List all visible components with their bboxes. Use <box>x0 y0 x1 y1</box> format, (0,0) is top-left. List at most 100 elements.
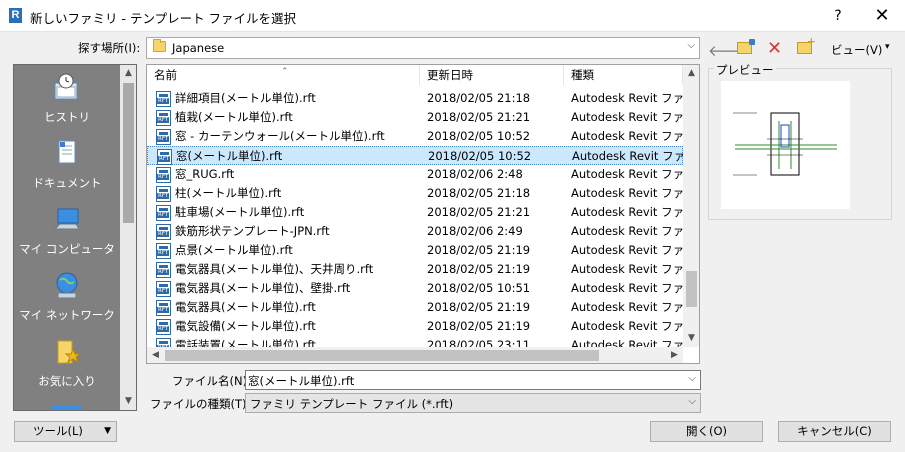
look-in-label: 探す場所(I): <box>78 41 141 55</box>
file-date: 2018/02/05 21:18 <box>427 91 531 105</box>
file-type-value: ファミリ テンプレート ファイル (*.rft) <box>250 397 454 411</box>
column-header-name[interactable]: 名前 ⌃ <box>147 65 420 85</box>
file-row[interactable]: 窓 - カーテンウォール(メートル単位).rft 2018/02/05 10:5… <box>147 127 695 146</box>
scroll-thumb[interactable] <box>686 271 697 307</box>
column-header-label: 名前 <box>154 68 177 82</box>
file-name: 点景(メートル単位).rft <box>175 243 293 257</box>
file-type: Autodesk Revit ファ... <box>571 243 696 257</box>
file-row[interactable]: 電気器具(メートル単位)、壁掛.rft 2018/02/05 10:51 Aut… <box>147 279 695 298</box>
folder-icon <box>153 39 166 52</box>
delete-icon[interactable]: ✕ <box>767 38 782 59</box>
scroll-thumb[interactable] <box>123 83 134 223</box>
scroll-right-icon[interactable]: ▶ <box>666 347 683 363</box>
places-bar: ヒストリ ドキュメント マイ コンピュータ マイ ネットワーク お気に入り ▲ … <box>13 64 137 411</box>
dropdown-arrow-icon: ▼ <box>104 426 111 436</box>
file-name: 窓_RUG.rft <box>175 167 235 181</box>
file-type: Autodesk Revit ファ... <box>571 110 696 124</box>
rft-file-icon <box>157 149 172 165</box>
open-button[interactable]: 開く(O) <box>650 421 763 442</box>
file-row[interactable]: 電気器具(メートル単位).rft 2018/02/05 21:19 Autode… <box>147 298 695 317</box>
place-documents[interactable]: ドキュメント <box>14 139 120 197</box>
file-type: Autodesk Revit ファ... <box>571 281 696 295</box>
file-row[interactable]: 電話装置(メートル単位).rft 2018/02/05 23:11 Autode… <box>147 336 683 347</box>
title-bar: R 新しいファミリ - テンプレート ファイルを選択 ? ✕ <box>0 0 905 32</box>
file-type: Autodesk Revit ファ... <box>571 319 696 333</box>
scroll-up-icon[interactable]: ▲ <box>120 65 136 82</box>
file-name-label: ファイル名(N): <box>172 374 251 388</box>
file-type-dropdown[interactable]: ファミリ テンプレート ファイル (*.rft) ⌵ <box>245 393 701 413</box>
file-list-horizontal-scrollbar[interactable]: ◀ ▶ <box>147 347 683 363</box>
file-date: 2018/02/06 2:49 <box>427 224 523 238</box>
tools-button[interactable]: ツール(L) ▼ <box>14 421 117 442</box>
place-label: マイ ネットワーク <box>19 308 115 322</box>
file-row[interactable]: 詳細項目(メートル単位).rft 2018/02/05 21:18 Autode… <box>147 89 695 108</box>
file-name-combobox[interactable]: 窓(メートル単位).rft ⌵ <box>245 370 701 390</box>
file-name: 鉄筋形状テンプレート-JPN.rft <box>175 224 330 238</box>
scroll-up-icon[interactable]: ▲ <box>683 65 699 82</box>
file-type: Autodesk Revit ファ... <box>571 300 696 314</box>
file-date: 2018/02/05 21:19 <box>427 262 531 276</box>
folder-up-icon[interactable] <box>737 39 755 54</box>
place-label: お気に入り <box>38 374 96 388</box>
file-row[interactable]: 駐車場(メートル単位).rft 2018/02/05 21:21 Autodes… <box>147 203 695 222</box>
file-row[interactable]: 電気器具(メートル単位)、天井周り.rft 2018/02/05 21:19 A… <box>147 260 695 279</box>
places-scrollbar[interactable]: ▲ ▼ <box>120 65 136 410</box>
file-date: 2018/02/05 21:21 <box>427 110 531 124</box>
file-row[interactable]: 鉄筋形状テンプレート-JPN.rft 2018/02/06 2:49 Autod… <box>147 222 695 241</box>
file-type-label: ファイルの種類(T): <box>150 397 251 411</box>
network-icon <box>56 272 78 299</box>
preview-image <box>721 81 850 209</box>
file-date: 2018/02/05 10:51 <box>427 281 531 295</box>
scroll-down-icon[interactable]: ▼ <box>120 393 136 410</box>
help-button[interactable]: ? <box>828 6 848 26</box>
file-name: 柱(メートル単位).rft <box>175 186 282 200</box>
file-date: 2018/02/05 10:52 <box>427 129 531 143</box>
scroll-thumb[interactable] <box>165 350 599 361</box>
file-list[interactable]: 名前 ⌃ 更新日時 種類 詳細項目(メートル単位).rft 2018/02/05… <box>146 64 700 364</box>
new-folder-icon[interactable] <box>797 35 816 54</box>
views-dropdown-icon[interactable]: ▾ <box>885 42 890 52</box>
file-type: Autodesk Revit ファ... <box>571 338 683 347</box>
look-in-dropdown[interactable]: Japanese ⌵ <box>146 37 700 59</box>
file-row[interactable]: 窓_RUG.rft 2018/02/06 2:48 Autodesk Revit… <box>147 165 695 184</box>
cancel-button[interactable]: キャンセル(C) <box>778 421 891 442</box>
file-row[interactable]: 柱(メートル単位).rft 2018/02/05 21:18 Autodesk … <box>147 184 695 203</box>
file-type: Autodesk Revit ファ... <box>571 91 696 105</box>
file-name: 詳細項目(メートル単位).rft <box>175 91 316 105</box>
scroll-down-icon[interactable]: ▼ <box>683 330 699 347</box>
column-header-type[interactable]: 種類 <box>564 65 683 85</box>
chevron-down-icon[interactable]: ⌵ <box>688 373 696 384</box>
place-label: マイ コンピュータ <box>19 242 115 256</box>
place-label: ヒストリ <box>44 110 90 124</box>
place-favorites[interactable]: お気に入り <box>14 337 120 395</box>
rft-file-icon <box>156 281 171 297</box>
file-type: Autodesk Revit ファ... <box>571 262 696 276</box>
place-my-network[interactable]: マイ ネットワーク <box>14 271 120 329</box>
preview-label: プレビュー <box>714 62 776 78</box>
scroll-left-icon[interactable]: ◀ <box>147 347 164 363</box>
favorites-icon <box>57 340 82 364</box>
file-name: 電気器具(メートル単位).rft <box>175 300 316 314</box>
window-title: 新しいファミリ - テンプレート ファイルを選択 <box>30 11 297 26</box>
file-row-selected[interactable]: 窓(メートル単位).rft 2018/02/05 10:52 Autodesk … <box>147 146 696 165</box>
rft-file-icon <box>156 300 171 316</box>
chevron-down-icon: ⌵ <box>688 396 696 407</box>
file-date: 2018/02/05 21:18 <box>427 186 531 200</box>
close-button[interactable]: ✕ <box>864 2 900 30</box>
sort-ascending-icon: ⌃ <box>281 67 289 77</box>
file-row[interactable]: 点景(メートル単位).rft 2018/02/05 21:19 Autodesk… <box>147 241 695 260</box>
file-list-vertical-scrollbar[interactable]: ▲ ▼ <box>683 65 699 347</box>
rft-file-icon <box>156 243 171 259</box>
file-type: Autodesk Revit ファ... <box>571 167 696 181</box>
file-name-value: 窓(メートル単位).rft <box>248 374 355 388</box>
history-icon <box>54 73 78 100</box>
file-row[interactable]: 植栽(メートル単位).rft 2018/02/05 21:21 Autodesk… <box>147 108 695 127</box>
file-name: 電気設備(メートル単位).rft <box>175 319 316 333</box>
rft-file-icon <box>156 167 171 183</box>
place-my-computer[interactable]: マイ コンピュータ <box>14 205 120 263</box>
file-row[interactable]: 電気設備(メートル単位).rft 2018/02/05 21:19 Autode… <box>147 317 695 336</box>
views-menu-button[interactable]: ビュー(V) <box>831 42 882 58</box>
place-history[interactable]: ヒストリ <box>14 73 120 131</box>
column-header-date[interactable]: 更新日時 <box>420 65 564 85</box>
chevron-down-icon: ⌵ <box>687 40 695 51</box>
